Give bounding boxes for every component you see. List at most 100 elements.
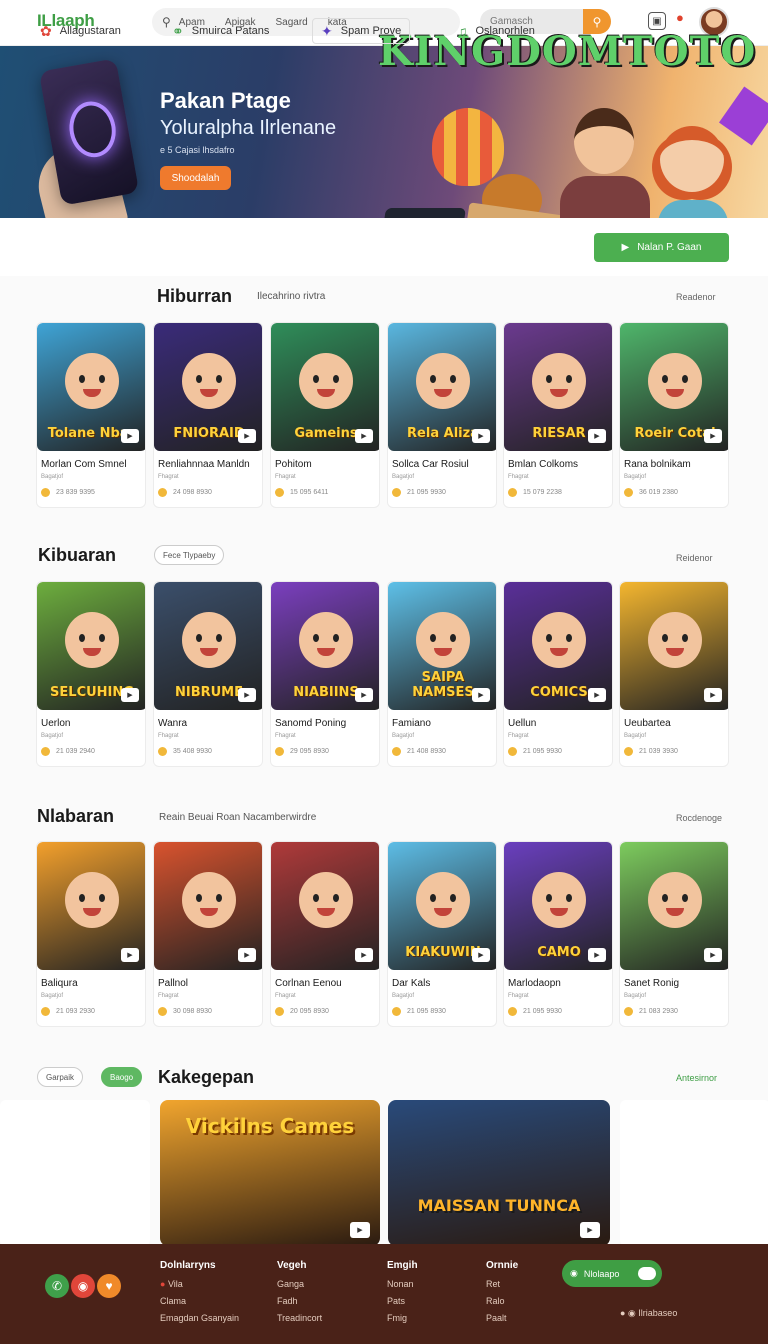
footer-link[interactable]: Pats — [387, 1296, 418, 1306]
coin-icon — [41, 488, 50, 497]
footer-link[interactable]: Treadincort — [277, 1313, 322, 1323]
game-card[interactable]: ▶ Baliqura Bagatjof 21 093 2930 — [36, 841, 146, 1027]
character-face — [648, 353, 702, 409]
coin-icon — [158, 488, 167, 497]
game-name: Corlnan Eenou — [275, 978, 342, 989]
footer-link[interactable]: Fadh — [277, 1296, 322, 1306]
game-meta: 29 095 8930 — [275, 747, 329, 756]
game-card[interactable]: Roeir Cotal ▶ Rana bolnikam Bagatjof 36 019 … — [619, 322, 729, 508]
coin-icon — [508, 747, 517, 756]
character-face — [299, 353, 353, 409]
game-card[interactable]: CAMO ▶ Marlodaopn Fhagrat 21 095 9930 — [503, 841, 613, 1027]
footer-link[interactable]: Nonan — [387, 1279, 418, 1289]
character-face — [416, 612, 470, 668]
play-badge: ▶ — [588, 429, 606, 443]
featured-card[interactable]: MAISSAN TUNNCA ▶ — [388, 1100, 610, 1246]
character-face — [65, 353, 119, 409]
game-card[interactable]: ▶ Ueubartea Bagatjof 21 039 3930 — [619, 581, 729, 767]
game-name: Dar Kals — [392, 978, 431, 989]
section-more-link[interactable]: Readenor — [676, 292, 716, 302]
category-cta-button[interactable]: ▶ Nalan P. Gaan — [594, 233, 729, 262]
heart-icon[interactable]: ♥ — [97, 1274, 121, 1298]
game-card[interactable]: RIESAR ▶ Bmlan Colkoms Fhagrat 15 079 2238 — [503, 322, 613, 508]
game-card[interactable]: FNIORAID ▶ Renliahnnaa Manldn Fhagrat 24 098… — [153, 322, 263, 508]
game-meta: 15 095 6411 — [275, 488, 328, 497]
game-card[interactable]: ▶ Corlnan Eenou Fhagrat 20 095 8930 — [270, 841, 380, 1027]
instagram-icon[interactable]: ◉ — [71, 1274, 95, 1298]
category-oslanorhlen[interactable]: ♫ Oslanorhlen — [457, 18, 535, 44]
game-thumbnail: COMICS ▶ — [504, 582, 612, 710]
footer-link[interactable]: Clama — [160, 1296, 239, 1306]
search-icon: ⚲ — [592, 14, 602, 29]
section-more-link[interactable]: Reidenor — [676, 553, 713, 563]
footer-toggle-label: Nlolaapo — [583, 1268, 620, 1279]
game-card[interactable]: SAIPA NAMSES ▶ Famiano Bagatjof 21 408 8930 — [387, 581, 497, 767]
footer-heading: Dolnlarryns — [160, 1260, 216, 1271]
hero-title: Pakan Ptage — [160, 88, 291, 113]
game-card[interactable]: Rela Aliza ▶ Sollca Car Rosiul Bagatjof 21 0… — [387, 322, 497, 508]
game-meta: 21 095 9930 — [392, 488, 446, 497]
nav-item-3[interactable]: Sagard — [276, 17, 308, 28]
featured-card[interactable]: Vickilns Cames ▶ — [160, 1100, 380, 1246]
game-card[interactable]: KIAKUWIN ▶ Dar Kals Bagatjof 21 095 8930 — [387, 841, 497, 1027]
coin-icon — [275, 1007, 284, 1016]
play-badge: ▶ — [121, 948, 139, 962]
play-badge: ▶ — [704, 429, 722, 443]
character-face — [648, 612, 702, 668]
play-badge: ▶ — [704, 688, 722, 702]
hero-subtitle: Yoluralpha Ilrlenane — [160, 117, 337, 139]
section-note: Ilecahrino rivtra — [257, 291, 326, 302]
game-card[interactable]: NIABIINS ▶ Sanomd Poning Fhagrat 29 095 8930 — [270, 581, 380, 767]
character-face — [532, 872, 586, 928]
footer-toggle[interactable]: ◉ Nlolaapo — [562, 1260, 662, 1287]
hero-caption: e 5 Cajasi lhsdafro — [160, 145, 235, 155]
section-more-link[interactable]: Rocdenoge — [676, 813, 722, 823]
character-face — [65, 612, 119, 668]
notification-icon[interactable]: ● — [676, 10, 690, 28]
game-thumbnail: SAIPA NAMSES ▶ — [388, 582, 496, 710]
coin-icon — [41, 1007, 50, 1016]
game-meta: 21 095 8930 — [392, 1007, 446, 1016]
game-thumbnail: Tolane Nbas ▶ — [37, 323, 145, 451]
game-card[interactable]: NIBRUME ▶ Wanra Fhagrat 35 408 9930 — [153, 581, 263, 767]
section-filter-pill[interactable]: Fece Tlypaeby — [154, 545, 225, 565]
character-face — [532, 353, 586, 409]
coin-icon — [41, 747, 50, 756]
game-card[interactable]: Tolane Nbas ▶ Morlan Com Smnel Bagatjof 23 8… — [36, 322, 146, 508]
footer-link[interactable]: ● Vila — [160, 1279, 239, 1289]
featured-more-link[interactable]: Antesirnor — [676, 1073, 717, 1083]
game-thumbnail: NIABIINS ▶ — [271, 582, 379, 710]
game-meta: 21 408 8930 — [392, 747, 446, 756]
star-icon: ✦ — [321, 22, 333, 39]
footer-link[interactable]: Ganga — [277, 1279, 322, 1289]
toggle-knob — [638, 1267, 656, 1280]
game-thumbnail: ▶ — [37, 842, 145, 970]
globe-icon: ⚭ — [172, 22, 184, 39]
game-card[interactable]: Gameins ▶ Pohitom Fhagrat 15 095 6411 — [270, 322, 380, 508]
featured-pill[interactable]: Garpaik — [37, 1067, 84, 1087]
coin-icon — [158, 1007, 167, 1016]
featured-pill-active[interactable]: Baogo — [101, 1067, 143, 1087]
footer-link[interactable]: Ralo — [486, 1296, 518, 1306]
game-tag: Fhagrat — [275, 474, 296, 480]
coin-icon — [275, 488, 284, 497]
game-name: Wanra — [158, 718, 188, 729]
footer-heading: Ornnie — [486, 1260, 519, 1271]
game-name: Famiano — [392, 718, 431, 729]
category-smuirca[interactable]: ⚭ Smuirca Patans — [172, 18, 269, 44]
game-thumbnail: SELCUHING ▶ — [37, 582, 145, 710]
hero-cta-button[interactable]: Shoodalah — [160, 166, 231, 190]
game-card[interactable]: ▶ Pallnol Fhagrat 30 098 8930 — [153, 841, 263, 1027]
footer-link[interactable]: Fmig — [387, 1313, 418, 1323]
phone-icon[interactable]: ✆ — [45, 1274, 69, 1298]
footer-bottom-text: ● ◉ Ilriabaseo — [620, 1308, 678, 1318]
game-card[interactable]: SELCUHING ▶ Uerlon Bagatjof 21 039 2940 — [36, 581, 146, 767]
category-allagustaran[interactable]: ✿ Allagustaran — [40, 18, 121, 44]
section-note: Reain Beuai Roan Nacamberwirdre — [159, 812, 317, 823]
footer-link[interactable]: Ret — [486, 1279, 518, 1289]
footer-link[interactable]: Paalt — [486, 1313, 518, 1323]
footer-link[interactable]: Emagdan Gsanyain — [160, 1313, 239, 1323]
game-card[interactable]: ▶ Sanet Ronig Bagatjof 21 083 2930 — [619, 841, 729, 1027]
category-spam-prove[interactable]: ✦ Spam Prove — [312, 18, 411, 44]
game-card[interactable]: COMICS ▶ Uellun Fhagrat 21 095 9930 — [503, 581, 613, 767]
